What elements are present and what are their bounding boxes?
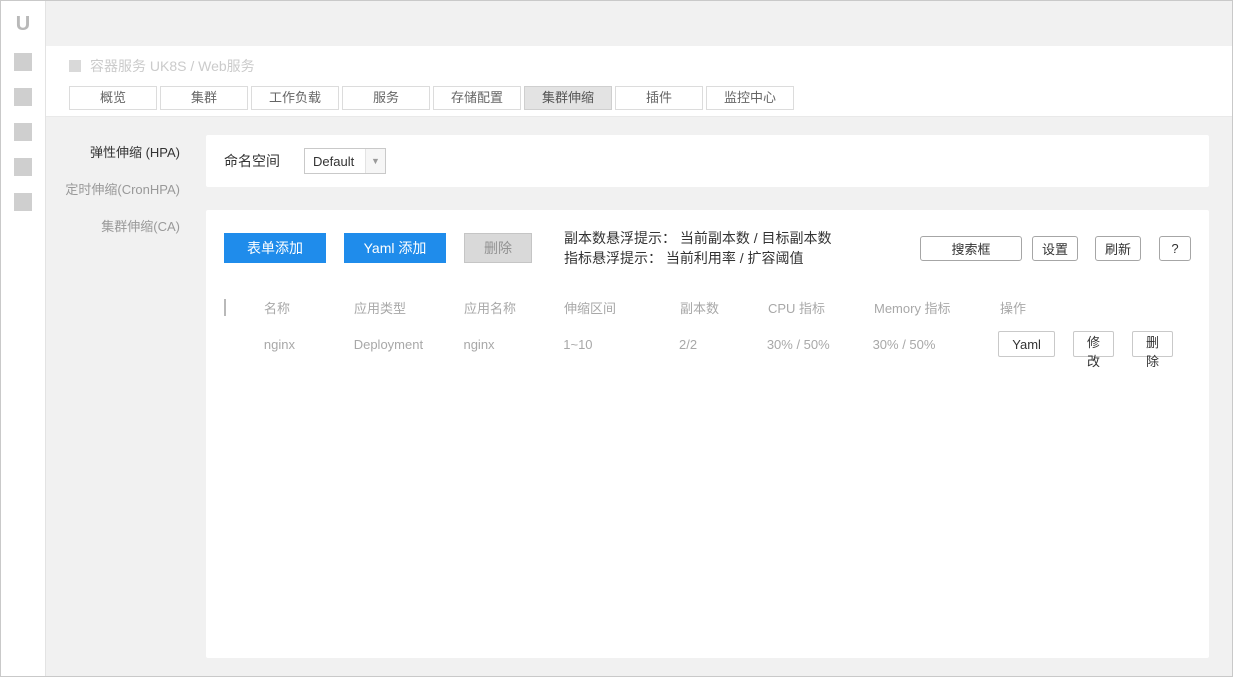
- tab-monitor-center[interactable]: 监控中心: [706, 86, 794, 110]
- cell-range: 1~10: [563, 336, 593, 352]
- sidebar: 弹性伸缩 (HPA) 定时伸缩(CronHPA) 集群伸缩(CA): [46, 117, 206, 676]
- tab-bar: 概览 集群 工作负载 服务 存储配置 集群伸缩 插件 监控中心: [69, 86, 1232, 110]
- yaml-add-button[interactable]: Yaml 添加: [344, 233, 446, 263]
- app-window: U 容器服务 UK8S / Web服务 概览 集群 工作负载 服务 存储配置 集…: [0, 0, 1233, 677]
- cell-name: nginx: [263, 336, 295, 352]
- nav-placeholder-icon[interactable]: [14, 88, 32, 106]
- tab-plugins[interactable]: 插件: [615, 86, 703, 110]
- namespace-select[interactable]: Default ▼: [304, 148, 386, 174]
- cell-type: Deployment: [353, 336, 424, 352]
- panels: 命名空间 Default ▼ 表单添加 Yaml 添加 删除 副本数悬浮提示： …: [206, 117, 1232, 676]
- nav-placeholder-icon[interactable]: [14, 123, 32, 141]
- row-yaml-button[interactable]: Yaml: [998, 331, 1055, 357]
- nav-placeholder-icon[interactable]: [14, 193, 32, 211]
- tab-workload[interactable]: 工作负载: [251, 86, 339, 110]
- tab-service[interactable]: 服务: [342, 86, 430, 110]
- namespace-selected-value: Default: [313, 153, 355, 169]
- tab-cluster-scaling[interactable]: 集群伸缩: [524, 86, 612, 110]
- header-appname: 应用名称: [464, 301, 517, 316]
- select-all-checkbox[interactable]: [224, 299, 226, 316]
- cell-appname: nginx: [463, 336, 495, 352]
- ucloud-logo: U: [15, 13, 31, 35]
- namespace-filter-panel: 命名空间 Default ▼: [206, 135, 1209, 187]
- toolbar: 表单添加 Yaml 添加 删除 副本数悬浮提示： 当前副本数 / 目标副本数 指…: [224, 228, 1191, 268]
- tab-cluster[interactable]: 集群: [160, 86, 248, 110]
- cell-replicas: 2/2: [679, 336, 698, 352]
- breadcrumb-text: 容器服务 UK8S / Web服务: [90, 58, 255, 74]
- nav-placeholder-icon[interactable]: [14, 53, 32, 71]
- toolbar-right: 搜索框 设置 刷新 ?: [919, 235, 1191, 261]
- page-header: 容器服务 UK8S / Web服务 概览 集群 工作负载 服务 存储配置 集群伸…: [46, 46, 1232, 117]
- metric-hint: 指标悬浮提示： 当前利用率 / 扩容阈值: [564, 250, 804, 266]
- sidebar-item-hpa[interactable]: 弹性伸缩 (HPA): [46, 143, 206, 163]
- hover-hints: 副本数悬浮提示： 当前副本数 / 目标副本数 指标悬浮提示： 当前利用率 / 扩…: [564, 228, 832, 268]
- hpa-table-panel: 表单添加 Yaml 添加 删除 副本数悬浮提示： 当前副本数 / 目标副本数 指…: [206, 210, 1209, 658]
- refresh-button[interactable]: 刷新: [1094, 235, 1141, 261]
- tab-overview[interactable]: 概览: [69, 86, 157, 110]
- content-area: 弹性伸缩 (HPA) 定时伸缩(CronHPA) 集群伸缩(CA) 命名空间 D…: [46, 117, 1232, 676]
- cell-memory: 30% / 50%: [872, 336, 936, 352]
- cell-cpu: 30% / 50%: [766, 336, 830, 352]
- row-delete-button[interactable]: 删除: [1131, 331, 1173, 369]
- header-actions: 操作: [1000, 301, 1027, 316]
- header-range: 伸缩区间: [564, 301, 617, 316]
- form-add-button[interactable]: 表单添加: [224, 233, 326, 263]
- sidebar-item-cronhpa[interactable]: 定时伸缩(CronHPA): [46, 180, 206, 200]
- header-replicas: 副本数: [680, 301, 720, 316]
- chevron-down-icon: ▼: [365, 149, 385, 173]
- service-icon: [69, 60, 81, 72]
- sidebar-item-ca[interactable]: 集群伸缩(CA): [46, 217, 206, 237]
- left-rail: U: [1, 1, 46, 676]
- nav-placeholder-icon[interactable]: [14, 158, 32, 176]
- top-gap: [46, 1, 1232, 46]
- main-area: 容器服务 UK8S / Web服务 概览 集群 工作负载 服务 存储配置 集群伸…: [46, 1, 1232, 676]
- search-button[interactable]: 搜索框: [919, 235, 1022, 261]
- namespace-label: 命名空间: [224, 153, 280, 169]
- header-cpu: CPU 指标: [768, 301, 826, 316]
- table-row: nginx Deployment nginx 1~10 2/2 30% / 50…: [224, 331, 1191, 369]
- help-button[interactable]: ?: [1159, 235, 1191, 261]
- breadcrumb: 容器服务 UK8S / Web服务: [69, 54, 1232, 78]
- settings-button[interactable]: 设置: [1031, 235, 1078, 261]
- delete-button[interactable]: 删除: [464, 233, 532, 263]
- replica-hint: 副本数悬浮提示： 当前副本数 / 目标副本数: [564, 230, 832, 246]
- header-memory: Memory 指标: [874, 301, 951, 316]
- header-name: 名称: [264, 301, 291, 316]
- header-type: 应用类型: [354, 301, 407, 316]
- table-header: 名称 应用类型 应用名称 伸缩区间 副本数 CPU 指标 Memory 指标 操…: [224, 298, 1191, 317]
- row-edit-button[interactable]: 修改: [1072, 331, 1114, 369]
- tab-storage-config[interactable]: 存储配置: [433, 86, 521, 110]
